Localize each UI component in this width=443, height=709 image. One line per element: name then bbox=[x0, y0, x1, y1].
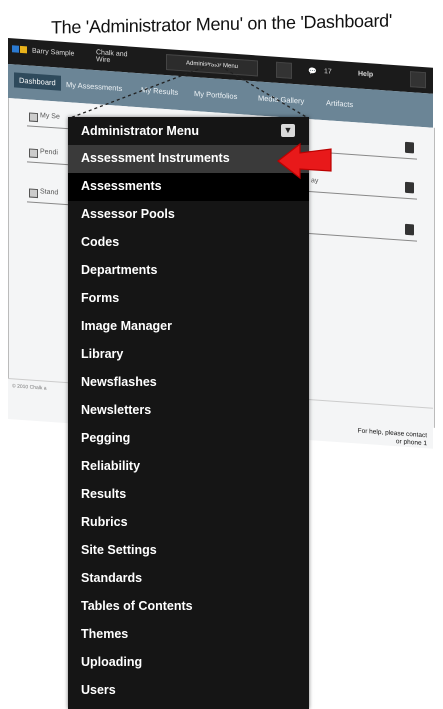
user-name[interactable]: Barry Sample bbox=[32, 48, 74, 58]
menu-item-users[interactable]: Users bbox=[68, 677, 309, 705]
menu-item-label: Site Settings bbox=[81, 543, 157, 557]
menu-item-label: Image Manager bbox=[81, 319, 173, 333]
menu-title: Administrator Menu bbox=[81, 124, 200, 138]
admin-menu-button[interactable]: Administrator Menu bbox=[166, 54, 258, 77]
menu-item-label: Results bbox=[81, 487, 127, 501]
menu-item-newsflashes[interactable]: Newsflashes bbox=[68, 369, 309, 397]
menu-item-library[interactable]: Library bbox=[68, 341, 309, 369]
menu-item-pegging[interactable]: Pegging bbox=[68, 425, 309, 453]
menu-item-label: Departments bbox=[81, 263, 158, 277]
menu-item-label: Users bbox=[81, 683, 116, 697]
menu-item-label: Assessments bbox=[81, 179, 162, 193]
menu-item-tables-of-contents[interactable]: Tables of Contents bbox=[68, 593, 309, 621]
menu-item-label: Codes bbox=[81, 235, 120, 249]
red-arrow-icon bbox=[277, 142, 332, 180]
menu-item-codes[interactable]: Codes bbox=[68, 229, 309, 257]
app-logo-icon-2 bbox=[20, 45, 27, 54]
menu-item-rubrics[interactable]: Rubrics bbox=[68, 509, 309, 537]
menu-item-uploading[interactable]: Uploading bbox=[68, 649, 309, 677]
tab-dashboard[interactable]: Dashboard bbox=[14, 72, 61, 91]
administrator-menu: Administrator Menu ▼ Assessment Instrume… bbox=[68, 117, 309, 709]
widget-menu-button[interactable] bbox=[405, 223, 414, 236]
tab-my-results[interactable]: My Results bbox=[141, 85, 178, 97]
menu-item-image-manager[interactable]: Image Manager bbox=[68, 313, 309, 341]
menu-item-label: Rubrics bbox=[81, 515, 128, 529]
menu-item-label: Newsletters bbox=[81, 403, 152, 417]
tab-artifacts[interactable]: Artifacts bbox=[326, 98, 353, 109]
menu-item-label: Newsflashes bbox=[81, 375, 157, 389]
menu-item-assessor-pools[interactable]: Assessor Pools bbox=[68, 201, 309, 229]
widget-icon bbox=[29, 148, 38, 159]
tab-media-gallery[interactable]: Media Gallery bbox=[258, 93, 304, 105]
help-contact-text: For help, please contact or phone 1 bbox=[358, 427, 427, 448]
app-logo-icon bbox=[12, 45, 19, 53]
help-link[interactable]: Help bbox=[358, 70, 373, 78]
tab-my-assessments[interactable]: My Assessments bbox=[66, 80, 122, 93]
top-square-button[interactable] bbox=[276, 61, 292, 79]
menu-item-results[interactable]: Results bbox=[68, 481, 309, 509]
caption: The 'Administrator Menu' on the 'Dashboa… bbox=[50, 10, 393, 38]
menu-item-site-settings[interactable]: Site Settings bbox=[68, 537, 309, 565]
menu-item-themes[interactable]: Themes bbox=[68, 621, 309, 649]
widget-menu-button[interactable] bbox=[405, 181, 414, 194]
menu-item-assessments[interactable]: Assessments bbox=[68, 173, 309, 201]
menu-item-label: Uploading bbox=[81, 655, 143, 669]
widget-menu-button[interactable] bbox=[405, 141, 414, 154]
menu-item-label: Standards bbox=[81, 571, 143, 585]
menu-item-newsletters[interactable]: Newsletters bbox=[68, 397, 309, 425]
widget-icon bbox=[29, 112, 38, 123]
menu-item-reliability[interactable]: Reliability bbox=[68, 453, 309, 481]
widget-label: My Se bbox=[40, 112, 60, 121]
menu-item-label: Themes bbox=[81, 627, 129, 641]
copyright-text: © 2010 Chalk a bbox=[12, 383, 47, 392]
close-square-button[interactable] bbox=[410, 71, 426, 89]
message-count: 17 bbox=[324, 68, 332, 76]
messages-icon[interactable]: 💬 bbox=[308, 67, 317, 76]
widget-icon bbox=[29, 188, 38, 199]
menu-item-label: Pegging bbox=[81, 431, 131, 445]
menu-item-departments[interactable]: Departments bbox=[68, 257, 309, 285]
menu-header[interactable]: Administrator Menu ▼ bbox=[68, 117, 309, 145]
menu-item-label: Forms bbox=[81, 291, 120, 305]
menu-item-label: Reliability bbox=[81, 459, 141, 473]
menu-item-forms[interactable]: Forms bbox=[68, 285, 309, 313]
menu-item-label: Assessor Pools bbox=[81, 207, 175, 221]
menu-item-label: Tables of Contents bbox=[81, 599, 193, 613]
tab-my-portfolios[interactable]: My Portfolios bbox=[194, 89, 237, 101]
menu-item-standards[interactable]: Standards bbox=[68, 565, 309, 593]
top-text: Chalk and Wire bbox=[96, 49, 128, 65]
menu-item-assessment-instruments[interactable]: Assessment Instruments bbox=[68, 145, 309, 173]
menu-item-label: Assessment Instruments bbox=[81, 151, 230, 165]
chevron-down-icon[interactable]: ▼ bbox=[281, 124, 295, 137]
widget-label: Stand bbox=[40, 188, 59, 197]
widget-label: Pendi bbox=[40, 148, 58, 157]
menu-item-label: Library bbox=[81, 347, 124, 361]
widget-row-right-3 bbox=[309, 217, 417, 242]
